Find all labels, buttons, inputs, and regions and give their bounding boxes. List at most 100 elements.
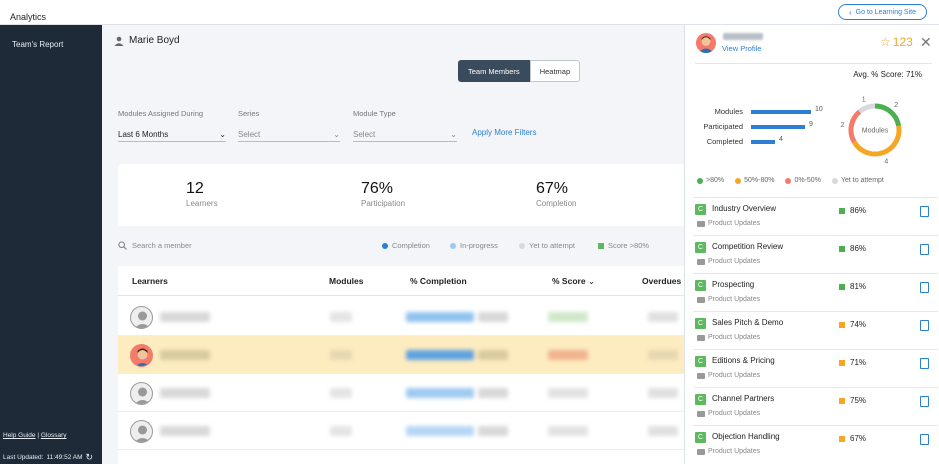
module-type-badge: C bbox=[695, 394, 706, 405]
module-score: 81% bbox=[839, 282, 866, 291]
filter-module-type[interactable]: Module Type Select ⌄ bbox=[353, 109, 457, 142]
legend-completion: Completion bbox=[382, 241, 430, 250]
module-item[interactable]: C Sales Pitch & Demo Product Updates 74% bbox=[693, 311, 938, 349]
col-score[interactable]: % Score ⌄ bbox=[552, 276, 595, 287]
module-item[interactable]: C Objection Handling Product Updates 67% bbox=[693, 425, 938, 463]
module-score-value: 81% bbox=[850, 282, 867, 291]
glossary-link[interactable]: Glossary bbox=[41, 432, 67, 439]
tab-heatmap[interactable]: Heatmap bbox=[529, 60, 581, 82]
sidebar-item-teams-report[interactable]: Team's Report bbox=[12, 40, 63, 49]
col-overdues[interactable]: Overdues bbox=[642, 276, 681, 286]
module-name[interactable]: Objection Handling bbox=[712, 432, 780, 441]
bar-row-participated: Participated 9 bbox=[695, 120, 835, 135]
folder-icon bbox=[697, 410, 705, 417]
module-category-label: Product Updates bbox=[708, 296, 761, 303]
module-item[interactable]: C Editions & Pricing Product Updates 71% bbox=[693, 349, 938, 387]
view-profile-link[interactable]: View Profile bbox=[722, 44, 761, 53]
filter-modules-assigned[interactable]: Modules Assigned During Last 6 Months ⌄ bbox=[118, 109, 226, 142]
filter-label: Series bbox=[238, 109, 260, 118]
score-square bbox=[839, 207, 845, 214]
search-input[interactable]: Search a member bbox=[132, 241, 192, 250]
module-item[interactable]: C Prospecting Product Updates 81% bbox=[693, 273, 938, 311]
module-name[interactable]: Competition Review bbox=[712, 242, 783, 251]
module-category-label: Product Updates bbox=[708, 410, 761, 417]
module-name[interactable]: Prospecting bbox=[712, 280, 754, 289]
report-icon[interactable] bbox=[920, 206, 929, 217]
avatar bbox=[696, 33, 716, 53]
close-icon[interactable]: ✕ bbox=[920, 34, 932, 51]
legend-dot bbox=[697, 177, 703, 184]
modules-blurred bbox=[330, 350, 352, 360]
legend-label: 50%-80% bbox=[744, 177, 775, 184]
search-legend-row: Search a member Completion In-progress Y… bbox=[118, 241, 684, 255]
bar bbox=[751, 125, 805, 129]
view-toggle: Team Members Heatmap bbox=[458, 60, 581, 82]
member-search[interactable]: Search a member bbox=[118, 241, 192, 250]
donut-center-label: Modules bbox=[862, 128, 889, 135]
overdues-blurred bbox=[648, 350, 678, 360]
report-icon[interactable] bbox=[920, 320, 929, 331]
score-blurred bbox=[548, 350, 588, 360]
module-name[interactable]: Editions & Pricing bbox=[712, 356, 775, 365]
module-score: 86% bbox=[839, 244, 866, 253]
report-icon[interactable] bbox=[920, 396, 929, 407]
module-name[interactable]: Industry Overview bbox=[712, 204, 776, 213]
module-category: Product Updates bbox=[697, 220, 760, 227]
report-icon[interactable] bbox=[920, 434, 929, 445]
module-category-label: Product Updates bbox=[708, 372, 761, 379]
bar-label: Completed bbox=[706, 137, 743, 146]
module-score: 67% bbox=[839, 434, 866, 443]
module-type-badge: C bbox=[695, 356, 706, 367]
report-icon[interactable] bbox=[920, 358, 929, 369]
legend-score-80: Score >80% bbox=[598, 241, 649, 250]
table-row[interactable] bbox=[118, 412, 684, 450]
filter-series[interactable]: Series Select ⌄ bbox=[238, 109, 340, 142]
bar bbox=[751, 110, 811, 114]
bar-label: Modules bbox=[714, 107, 743, 116]
overdues-blurred bbox=[648, 388, 678, 398]
apply-more-filters-link[interactable]: Apply More Filters bbox=[472, 128, 536, 137]
module-name[interactable]: Sales Pitch & Demo bbox=[712, 318, 783, 327]
legend-label: Completion bbox=[392, 241, 430, 250]
module-type-badge: C bbox=[695, 280, 706, 291]
module-item[interactable]: C Channel Partners Product Updates 75% bbox=[693, 387, 938, 425]
help-guide-link[interactable]: Help Guide bbox=[3, 432, 36, 439]
module-bars: Modules 10 Participated 9 Completed 4 bbox=[695, 105, 835, 150]
score-square bbox=[839, 283, 845, 290]
filter-select[interactable]: Select ⌄ bbox=[238, 128, 340, 142]
avg-score: Avg. % Score: 71% bbox=[853, 70, 922, 79]
table-row[interactable] bbox=[118, 336, 684, 374]
legend-label: Yet to attempt bbox=[529, 241, 576, 250]
table-row[interactable] bbox=[118, 374, 684, 412]
refresh-icon[interactable]: ↻ bbox=[86, 452, 94, 463]
modules-blurred bbox=[330, 312, 352, 322]
col-learners[interactable]: Learners bbox=[132, 276, 168, 286]
go-to-learning-site-button[interactable]: ‹ Go to Learning Site bbox=[838, 4, 927, 20]
report-icon[interactable] bbox=[920, 282, 929, 293]
table-row[interactable] bbox=[118, 298, 684, 336]
module-score: 86% bbox=[839, 206, 866, 215]
module-item[interactable]: C Industry Overview Product Updates 86% bbox=[693, 197, 938, 235]
module-type-badge: C bbox=[695, 204, 706, 215]
stat-participation: 76% Participation bbox=[361, 180, 405, 208]
module-name[interactable]: Channel Partners bbox=[712, 394, 774, 403]
score-blurred bbox=[548, 426, 588, 436]
col-modules[interactable]: Modules bbox=[329, 276, 363, 286]
legend-in-progress: In-progress bbox=[450, 241, 498, 250]
stat-value: 12 bbox=[186, 180, 204, 197]
completion-bar-blurred bbox=[406, 426, 474, 436]
tab-team-members[interactable]: Team Members bbox=[458, 60, 530, 82]
learner-detail-panel: View Profile ☆ 123 ✕ Avg. % Score: 71% Mo… bbox=[684, 25, 939, 464]
bar-value: 4 bbox=[779, 136, 783, 143]
legend-dot bbox=[785, 177, 792, 184]
modules-donut-chart: 2 4 2 1 Modules bbox=[841, 96, 902, 165]
filter-select[interactable]: Select ⌄ bbox=[353, 128, 457, 142]
report-icon[interactable] bbox=[920, 244, 929, 255]
module-item[interactable]: C Competition Review Product Updates 86% bbox=[693, 235, 938, 273]
col-completion[interactable]: % Completion bbox=[410, 276, 467, 286]
top-bar: Analytics ‹ Go to Learning Site bbox=[0, 0, 939, 25]
folder-icon bbox=[697, 372, 705, 379]
completion-bar-blurred bbox=[406, 312, 474, 322]
module-category: Product Updates bbox=[697, 334, 760, 341]
filter-select[interactable]: Last 6 Months ⌄ bbox=[118, 128, 226, 142]
